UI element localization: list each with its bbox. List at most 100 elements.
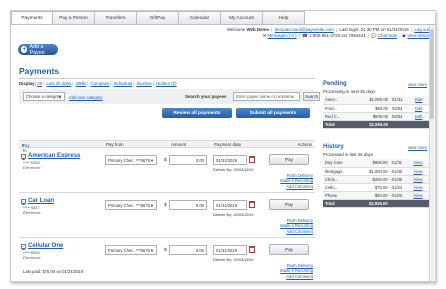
payment-date-input[interactable]: 01/31/2019 [213, 155, 247, 165]
add-payee-button[interactable]: + Add a Payee [18, 44, 58, 56]
calendar-icon[interactable] [249, 246, 255, 253]
filter-inactive-link[interactable]: Inactive [137, 81, 152, 86]
list-item: Red C... $500.00 02/04 Edit [323, 112, 431, 121]
history-view-more-link[interactable]: view more [408, 145, 427, 150]
table-row: − American Express *****9456 Electronic P… [19, 149, 315, 193]
submit-all-payments-button[interactable]: Submit all payments [236, 108, 310, 118]
payee-name-link[interactable]: − Cellular One [21, 243, 63, 249]
scrollbar-thumb[interactable] [430, 29, 434, 119]
display-label: Display: [19, 81, 37, 86]
add-comment-link[interactable]: Add Comment [280, 274, 313, 279]
list-item: Mortgage $1,000.00 01/30 View [323, 167, 431, 176]
pay-button[interactable]: Pay [269, 154, 309, 165]
phone-icon: ☎ [302, 33, 308, 38]
pending-total-label: Total [323, 120, 354, 129]
filter-ebills-link[interactable]: eBills [76, 81, 87, 86]
payee-name: Cellular One [28, 243, 64, 249]
calendar-icon[interactable] [249, 201, 255, 208]
amount-input[interactable]: 0.00 [169, 200, 207, 210]
view-link[interactable]: View [413, 193, 422, 198]
category-select[interactable]: Choose a category ▼ [23, 92, 65, 101]
payee-name-link[interactable]: − Car Loan [21, 198, 54, 204]
logout-link[interactable]: Log out [414, 27, 429, 32]
last-login-text: Last login: 01:30 PM on 01/24/2019 [339, 27, 409, 32]
user-email-link[interactable]: demoaccount@payeesite.com [275, 27, 334, 32]
history-payee: Day Care [323, 159, 356, 168]
tab-payments[interactable]: Payments [11, 11, 53, 25]
filter-company-link[interactable]: Company [91, 81, 110, 86]
filter-hidden-link[interactable]: Hidden (0) [156, 81, 177, 86]
last-paid-text: Last paid: $75.00 on 01/24/2019 [23, 269, 84, 274]
pending-table: Amer... $1,000.00 01/31 Edit Fred... $50… [323, 96, 431, 129]
view-link[interactable]: View [413, 160, 422, 165]
pending-header: Pending view more [323, 81, 431, 89]
collapse-icon[interactable]: − [21, 153, 26, 159]
row-actions: Rush Delivery Make it Recurring Add Comm… [280, 218, 313, 234]
tab-giftpay[interactable]: GiftPay [137, 11, 179, 25]
table-row: − Car Loan *****4567 Electronic Primary C… [19, 194, 315, 238]
pay-from-select[interactable]: Primary Chec. ***5676 ▼ [105, 200, 157, 210]
view-link[interactable]: View [413, 169, 422, 174]
amount-input[interactable]: 0.00 [169, 155, 207, 165]
calendar-icon[interactable] [249, 156, 255, 163]
pay-from-select[interactable]: Primary Chec. ***5676 ▼ [105, 245, 157, 255]
deliver-by-text: Deliver By: 02/04/2019 [213, 212, 254, 217]
filter-all-link[interactable]: All [37, 81, 42, 86]
pay-from-select[interactable]: Primary Chec. ***5676 ▼ [105, 155, 157, 165]
add-comment-link[interactable]: Add Comment [280, 229, 313, 234]
amount-header: Amount [171, 142, 187, 147]
tab-transfers[interactable]: Transfers [95, 11, 137, 25]
view-demo-link[interactable]: View demo [407, 33, 429, 38]
tab-help[interactable]: Help [263, 11, 305, 25]
tab-pay-a-person[interactable]: Pay a Person [53, 11, 95, 25]
review-all-payments-button[interactable]: Review all payments [162, 108, 232, 118]
messages-link[interactable]: Messages ( 0 ) [268, 33, 297, 38]
display-filter: Display: All| Last 30 days| eBills| Comp… [19, 81, 177, 86]
pending-subtitle: Processing in next 45 days [323, 89, 376, 94]
row-actions: Rush Delivery Make it Recurring Add Comm… [280, 173, 313, 189]
history-total: $2,925.00 [355, 199, 390, 208]
search-label: Search your payees [185, 94, 227, 99]
phone-text: 1-800-651-4720 ext 7994444 [308, 33, 366, 38]
add-category-link[interactable]: Add new category [69, 95, 103, 100]
vertical-scrollbar[interactable] [429, 25, 434, 281]
amount-input[interactable]: 0.00 [169, 245, 207, 255]
main-tabs: Payments Pay a Person Transfers GiftPay … [11, 11, 305, 25]
search-button[interactable]: Search [303, 92, 320, 101]
pay-button[interactable]: Pay [269, 199, 309, 210]
history-payee: Mortgage [323, 167, 356, 176]
payment-date-input[interactable]: 01/31/2019 [213, 200, 247, 210]
history-amount: $1,000.00 [355, 167, 390, 176]
pending-date: 02/04 [389, 112, 414, 121]
collapse-icon[interactable]: − [21, 243, 26, 249]
edit-link[interactable]: Edit [415, 114, 422, 119]
filter-last-30-days-link[interactable]: Last 30 days [46, 81, 71, 86]
collapse-icon[interactable]: − [21, 198, 26, 204]
payee-name: American Express [28, 153, 81, 159]
payee-name-link[interactable]: − American Express [21, 153, 80, 159]
pending-amount: $500.00 [353, 112, 390, 121]
tab-my-account[interactable]: My Account [221, 11, 263, 25]
history-date: 01/03 [389, 191, 412, 200]
pay-button[interactable]: Pay [269, 244, 309, 255]
history-header: History view more [323, 144, 431, 152]
edit-link[interactable]: Edit [415, 97, 422, 102]
pending-title: Pending [323, 81, 347, 87]
pending-total: $1,550.00 [353, 120, 390, 129]
search-input[interactable]: Enter payee name or nickname [233, 92, 300, 101]
plus-icon: + [21, 46, 28, 53]
tab-calendar[interactable]: Calendar [179, 11, 221, 25]
add-comment-link[interactable]: Add Comment [280, 184, 313, 189]
pending-date: 01/31 [389, 96, 414, 105]
chat-now-link[interactable]: Chat Now [378, 33, 397, 38]
view-link[interactable]: View [413, 177, 422, 182]
payment-date-input[interactable]: 01/31/2019 [213, 245, 247, 255]
history-amount: $50.00 [355, 191, 390, 200]
pending-view-more-link[interactable]: view more [408, 82, 427, 87]
filter-individual-link[interactable]: Individual [114, 81, 133, 86]
chevron-down-icon: ▼ [150, 203, 154, 208]
view-link[interactable]: View [413, 185, 422, 190]
deliver-by-text: Deliver By: 02/04/2019 [213, 257, 254, 262]
pending-panel: Pending view more Processing in next 45 … [323, 81, 431, 129]
edit-link[interactable]: Edit [415, 106, 422, 111]
